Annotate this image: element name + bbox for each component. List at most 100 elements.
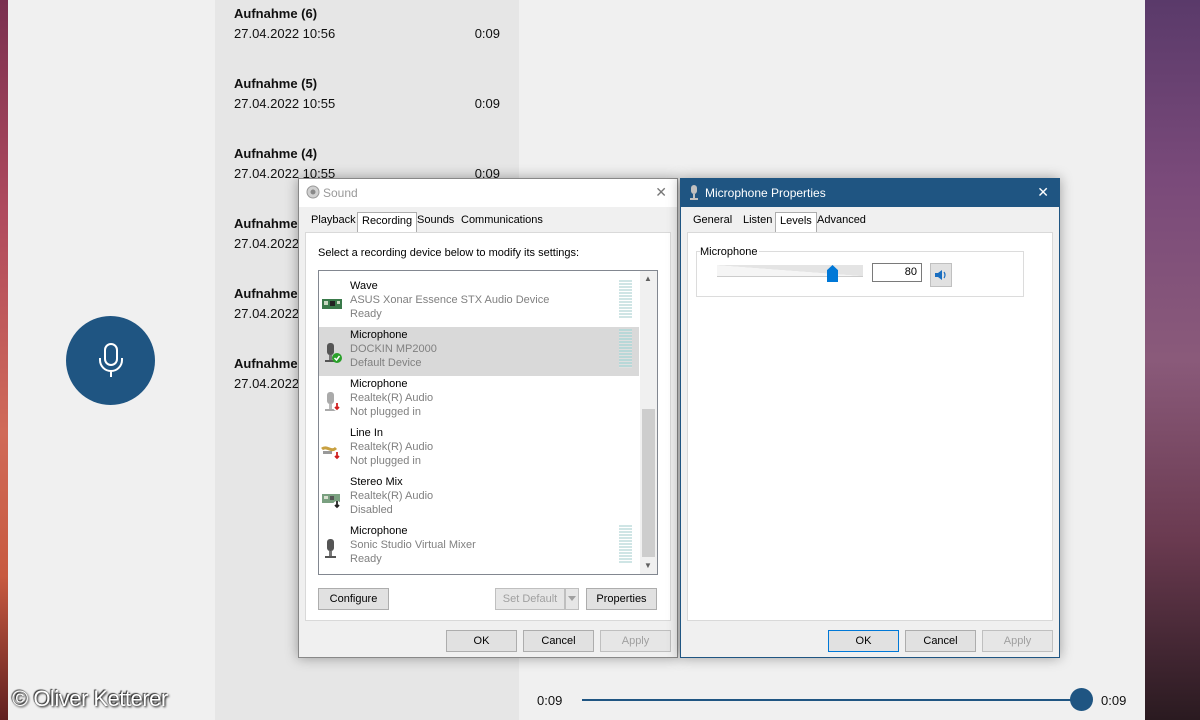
- device-list-scrollbar[interactable]: ▲ ▼: [640, 271, 657, 574]
- microphone-unplugged-icon: [325, 392, 341, 411]
- apply-button[interactable]: Apply: [982, 630, 1053, 652]
- recording-date: 27.04.2022: [234, 236, 300, 251]
- microphone-icon: [690, 185, 698, 200]
- microphone-icon: [98, 342, 123, 377]
- recording-date: 27.04.2022 10:56: [234, 26, 336, 41]
- properties-button[interactable]: Properties: [586, 588, 657, 610]
- mic-dialog-titlebar[interactable]: Microphone Properties ✕: [681, 179, 1059, 207]
- ok-button[interactable]: OK: [446, 630, 517, 652]
- recording-tab-panel: Select a recording device below to modif…: [305, 232, 671, 621]
- level-slider-track[interactable]: [717, 265, 863, 277]
- recording-title: Aufnahme: [234, 286, 298, 301]
- tab-listen[interactable]: Listen: [739, 214, 776, 226]
- mic-dialog-title: Microphone Properties: [705, 186, 826, 200]
- speaker-icon: [306, 185, 320, 199]
- cancel-button[interactable]: Cancel: [905, 630, 976, 652]
- microphone-icon: [325, 539, 336, 558]
- apply-button[interactable]: Apply: [600, 630, 671, 652]
- sound-dialog-titlebar[interactable]: Sound ✕: [299, 179, 677, 207]
- level-meter: [619, 525, 632, 564]
- scroll-up-icon[interactable]: ▲: [644, 274, 652, 283]
- tab-recording[interactable]: Recording: [357, 212, 418, 234]
- device-name: Stereo Mix: [350, 476, 403, 488]
- recording-item[interactable]: Aufnahme (5) 27.04.2022 10:55 0:09: [234, 76, 500, 122]
- level-meter: [619, 329, 632, 368]
- recording-title: Aufnahme (6): [234, 6, 318, 21]
- device-item[interactable]: Stereo Mix Realtek(R) Audio Disabled: [319, 474, 639, 523]
- tab-levels[interactable]: Levels: [775, 212, 817, 234]
- tab-communications[interactable]: Communications: [457, 214, 547, 226]
- tab-sounds[interactable]: Sounds: [413, 214, 458, 226]
- desktop-wallpaper-right: [1145, 0, 1200, 720]
- device-item[interactable]: Microphone Realtek(R) Audio Not plugged …: [319, 376, 639, 425]
- device-driver: Realtek(R) Audio: [350, 490, 434, 502]
- sound-card-disabled-icon: [322, 494, 341, 509]
- recording-item[interactable]: Aufnahme (6) 27.04.2022 10:56 0:09: [234, 6, 500, 52]
- device-driver: ASUS Xonar Essence STX Audio Device: [350, 294, 550, 306]
- device-item[interactable]: Line In Realtek(R) Audio Not plugged in: [319, 425, 639, 474]
- recording-instructions: Select a recording device below to modif…: [318, 247, 580, 259]
- recording-duration: 0:09: [474, 96, 500, 111]
- configure-button[interactable]: Configure: [318, 588, 389, 610]
- recording-title: Aufnahme: [234, 356, 298, 371]
- record-button[interactable]: [66, 316, 155, 405]
- tab-playback[interactable]: Playback: [307, 214, 360, 226]
- tab-general[interactable]: General: [689, 214, 736, 226]
- sound-dialog-title: Sound: [323, 186, 358, 200]
- recording-duration: 0:09: [474, 26, 500, 41]
- speaker-volume-icon: [935, 270, 946, 280]
- recording-date: 27.04.2022: [234, 306, 300, 321]
- set-default-dropdown[interactable]: [565, 588, 579, 610]
- level-value-field[interactable]: 80: [872, 263, 922, 282]
- recording-title: Aufnahme (5): [234, 76, 318, 91]
- recording-title: Aufnahme: [234, 216, 298, 231]
- set-default-button[interactable]: Set Default: [495, 588, 565, 610]
- microphone-default-icon: [325, 343, 342, 363]
- close-icon[interactable]: ✕: [1037, 184, 1049, 201]
- microphone-level-group: Microphone 80: [696, 246, 1024, 297]
- device-status: Default Device: [350, 357, 422, 369]
- chevron-down-icon: [568, 596, 576, 601]
- desktop-wallpaper-left: [0, 0, 8, 720]
- sound-card-icon: [322, 299, 342, 309]
- levels-tab-panel: Microphone 80: [687, 232, 1053, 621]
- device-driver: Sonic Studio Virtual Mixer: [350, 539, 476, 551]
- level-meter: [619, 280, 632, 319]
- recording-date: 27.04.2022: [234, 376, 300, 391]
- recording-device-list: Wave ASUS Xonar Essence STX Audio Device…: [318, 270, 658, 575]
- line-in-icon: [321, 446, 341, 460]
- device-item-selected[interactable]: Microphone DOCKIN MP2000 Default Device: [319, 327, 639, 376]
- device-item[interactable]: Microphone Sonic Studio Virtual Mixer Re…: [319, 523, 639, 572]
- playback-total: 0:09: [1101, 693, 1127, 708]
- microphone-level-label: Microphone: [700, 246, 760, 258]
- tab-advanced[interactable]: Advanced: [813, 214, 870, 226]
- copyright-watermark: © Oliver Ketterer: [12, 686, 168, 711]
- device-status: Not plugged in: [350, 455, 421, 467]
- recording-title: Aufnahme (4): [234, 146, 318, 161]
- mute-toggle-button[interactable]: [930, 263, 952, 287]
- device-name: Line In: [350, 427, 384, 439]
- playback-seek-thumb[interactable]: [1070, 688, 1093, 711]
- device-driver: DOCKIN MP2000: [350, 343, 437, 355]
- sound-dialog: Sound ✕ Playback Recording Sounds Commun…: [298, 178, 678, 658]
- scroll-down-icon[interactable]: ▼: [644, 561, 652, 570]
- device-status: Not plugged in: [350, 406, 421, 418]
- close-icon[interactable]: ✕: [655, 184, 667, 201]
- device-driver: Realtek(R) Audio: [350, 441, 434, 453]
- scrollbar-thumb[interactable]: [642, 409, 655, 557]
- playback-elapsed: 0:09: [537, 693, 563, 708]
- cancel-button[interactable]: Cancel: [523, 630, 594, 652]
- device-name: Wave: [350, 280, 378, 292]
- device-name: Microphone: [350, 329, 408, 341]
- device-status: Ready: [350, 553, 382, 565]
- ok-button[interactable]: OK: [828, 630, 899, 652]
- device-status: Disabled: [350, 504, 393, 516]
- device-name: Microphone: [350, 525, 408, 537]
- microphone-properties-dialog: Microphone Properties ✕ General Listen L…: [680, 178, 1060, 658]
- recording-date: 27.04.2022 10:55: [234, 96, 336, 111]
- device-status: Ready: [350, 308, 382, 320]
- device-driver: Realtek(R) Audio: [350, 392, 434, 404]
- device-name: Microphone: [350, 378, 408, 390]
- playback-seek-bar[interactable]: [582, 699, 1082, 701]
- device-item[interactable]: Wave ASUS Xonar Essence STX Audio Device…: [319, 278, 639, 327]
